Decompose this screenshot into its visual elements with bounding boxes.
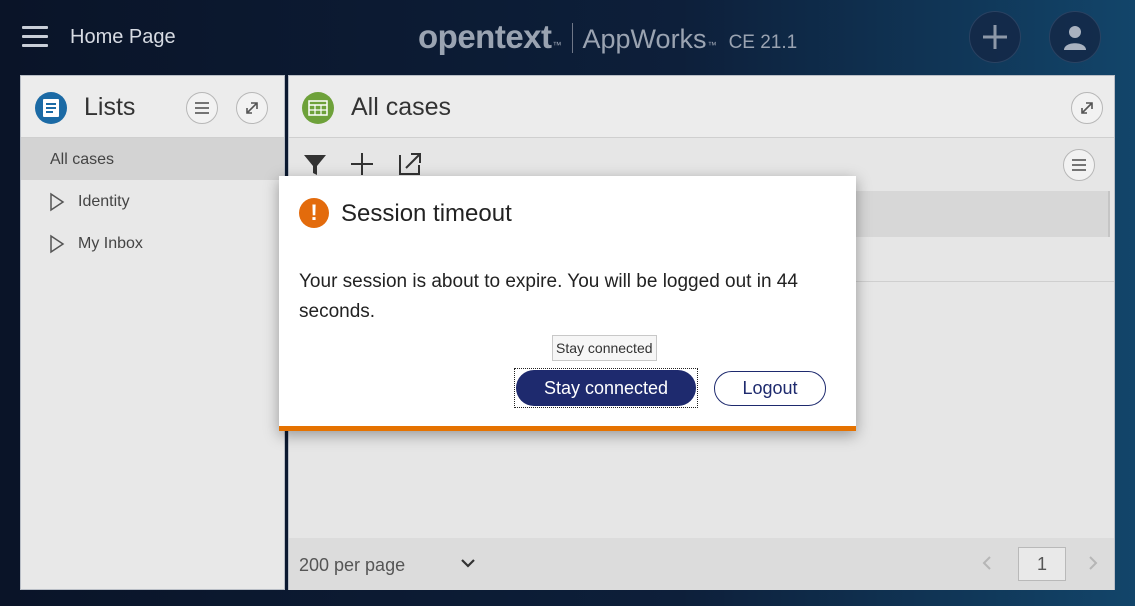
session-timeout-dialog: ! Session timeout Your session is about … (279, 176, 856, 431)
warning-icon: ! (299, 198, 329, 228)
logout-button[interactable]: Logout (714, 371, 826, 406)
stay-connected-button[interactable]: Stay connected (516, 370, 696, 406)
stay-connected-tooltip: Stay connected (552, 335, 657, 361)
dialog-message: Your session is about to expire. You wil… (299, 271, 798, 322)
modal-overlay: ! Session timeout Your session is about … (0, 0, 1135, 606)
dialog-title: Session timeout (341, 200, 512, 227)
